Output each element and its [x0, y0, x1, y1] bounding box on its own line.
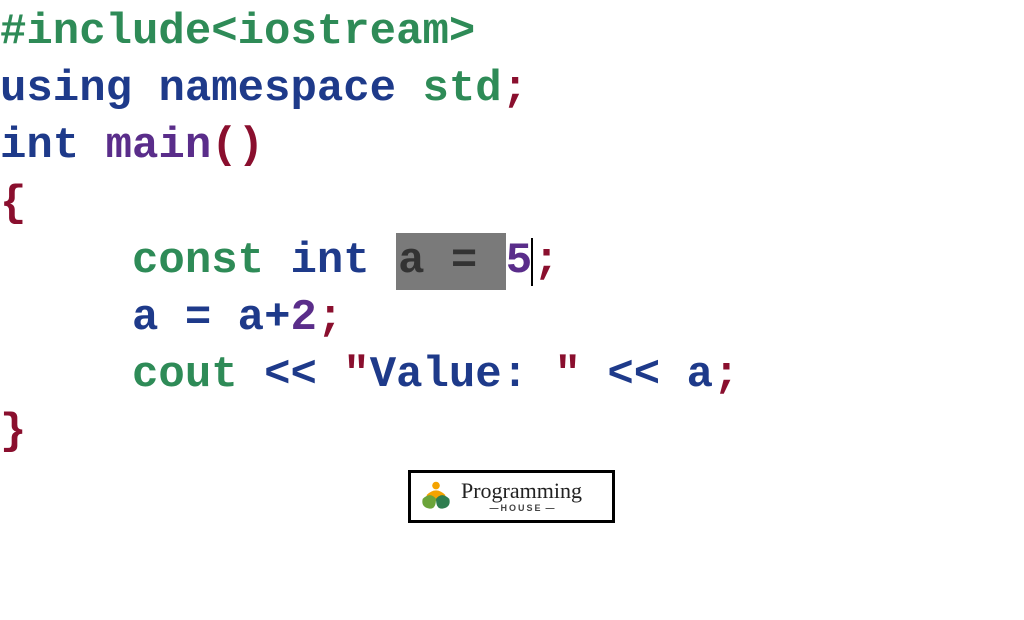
var-a: a	[132, 293, 158, 343]
code-line-4: {	[0, 176, 1024, 233]
string-literal: Value:	[370, 350, 555, 400]
code-line-8: }	[0, 404, 1024, 461]
keyword-using: using	[0, 64, 132, 114]
text-cursor	[531, 238, 533, 286]
rparen: )	[238, 121, 264, 171]
op-insertion: <<	[264, 350, 317, 400]
var-a: a	[687, 350, 713, 400]
lbrace: {	[0, 179, 26, 229]
op-plus: +	[264, 293, 290, 343]
keyword-const: const	[132, 236, 264, 286]
quote-close: "	[555, 350, 581, 400]
quote-open: "	[343, 350, 369, 400]
logo-title: Programming	[461, 480, 582, 502]
semicolon: ;	[502, 64, 528, 114]
selected-equals: =	[451, 236, 477, 286]
selected-var-a: a	[398, 236, 424, 286]
logo-icon	[417, 478, 455, 516]
code-block: #include<iostream> using namespace std; …	[0, 0, 1024, 462]
code-line-3: int main()	[0, 118, 1024, 175]
semicolon: ;	[713, 350, 739, 400]
rbrace: }	[0, 407, 26, 457]
number-two: 2	[290, 293, 316, 343]
type-int: int	[290, 236, 369, 286]
code-line-7: cout << "Value: " << a;	[0, 347, 1024, 404]
op-equals: =	[185, 293, 211, 343]
semicolon: ;	[317, 293, 343, 343]
function-main: main	[106, 121, 212, 171]
text-selection: a =	[396, 233, 506, 290]
logo-subtitle: HOUSE	[486, 504, 556, 513]
code-line-5: const int a = 5;	[0, 233, 1024, 290]
logo-text: Programming HOUSE	[461, 480, 582, 513]
identifier-cout: cout	[132, 350, 238, 400]
code-line-2: using namespace std;	[0, 61, 1024, 118]
code-line-6: a = a+2;	[0, 290, 1024, 347]
preprocessor-directive: #include	[0, 7, 211, 57]
op-insertion: <<	[607, 350, 660, 400]
identifier-std: std	[422, 64, 501, 114]
type-int: int	[0, 121, 79, 171]
header-name: <iostream>	[211, 7, 475, 57]
logo-box: Programming HOUSE	[408, 470, 615, 523]
keyword-namespace: namespace	[158, 64, 396, 114]
lparen: (	[211, 121, 237, 171]
semicolon: ;	[533, 236, 559, 286]
code-line-1: #include<iostream>	[0, 4, 1024, 61]
var-a: a	[238, 293, 264, 343]
number-five: 5	[506, 236, 532, 286]
